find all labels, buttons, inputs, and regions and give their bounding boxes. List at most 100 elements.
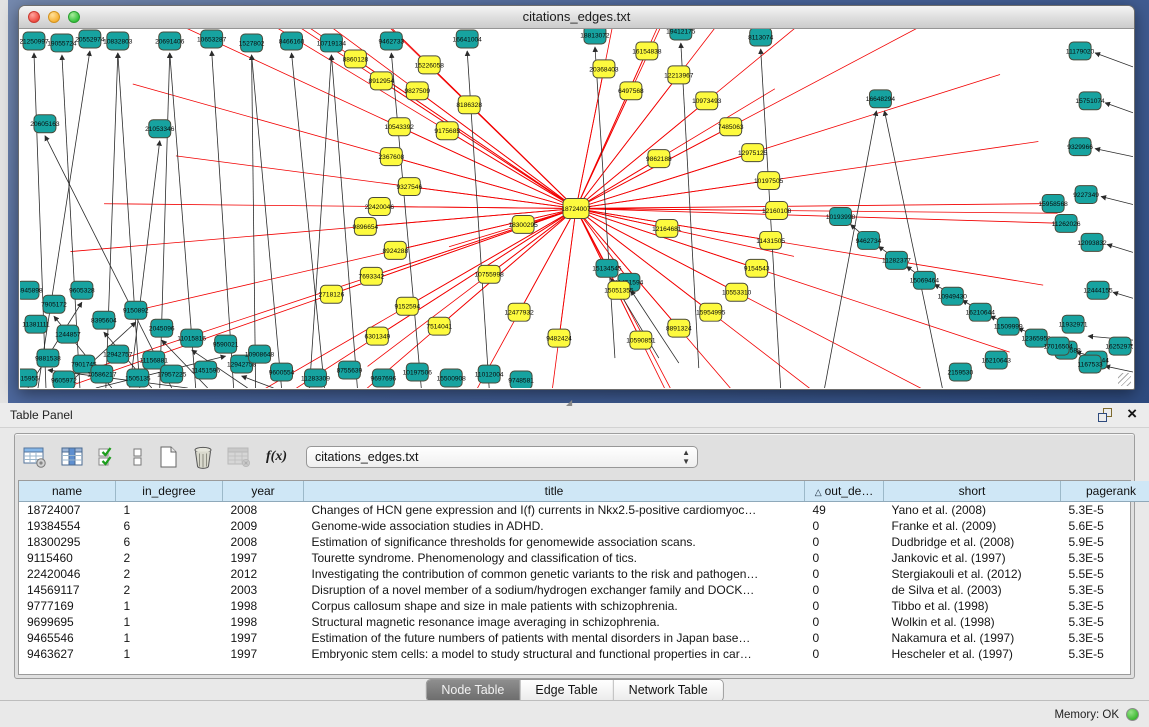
table-cell[interactable]: 5.3E-5 bbox=[1061, 550, 1149, 566]
table-cell[interactable]: 2 bbox=[116, 582, 223, 598]
table-cell[interactable]: 9115460 bbox=[19, 550, 116, 566]
table-cell[interactable]: 1998 bbox=[223, 614, 304, 630]
network-node[interactable]: 10973493 bbox=[692, 92, 722, 110]
table-cell[interactable]: 0 bbox=[805, 550, 884, 566]
network-node[interactable]: 7905172 bbox=[41, 295, 67, 313]
network-node[interactable]: 8755639 bbox=[337, 361, 363, 379]
network-node[interactable]: 11283309 bbox=[301, 369, 330, 387]
network-node[interactable]: 6497568 bbox=[618, 82, 644, 100]
select-all-icon[interactable] bbox=[97, 444, 119, 470]
network-node[interactable]: 19055724 bbox=[47, 34, 77, 52]
network-node[interactable]: 11509999 bbox=[994, 317, 1023, 335]
network-node[interactable]: 12477932 bbox=[504, 303, 534, 321]
table-row[interactable]: 1938455462009Genome-wide association stu… bbox=[19, 518, 1149, 534]
table-cell[interactable]: 0 bbox=[805, 534, 884, 550]
table-cell[interactable]: Changes of HCN gene expression and I(f) … bbox=[304, 502, 805, 519]
table-cell[interactable]: 5.6E-5 bbox=[1061, 518, 1149, 534]
table-cell[interactable]: 1998 bbox=[223, 598, 304, 614]
network-node[interactable]: 8912954 bbox=[369, 72, 395, 90]
network-node[interactable]: 9697696 bbox=[371, 369, 397, 387]
table-row[interactable]: 946554611997Estimation of the future num… bbox=[19, 630, 1149, 646]
column-header-title[interactable]: title bbox=[304, 481, 805, 502]
table-cell[interactable]: 1997 bbox=[223, 630, 304, 646]
network-node[interactable]: 10586217 bbox=[87, 365, 117, 383]
table-cell[interactable]: 1 bbox=[116, 630, 223, 646]
network-node[interactable]: 6301349 bbox=[365, 327, 391, 345]
table-cell[interactable]: 0 bbox=[805, 566, 884, 582]
float-panel-icon[interactable] bbox=[1098, 408, 1113, 423]
table-cell[interactable]: Hescheler et al. (1997) bbox=[884, 646, 1061, 662]
network-node[interactable]: 9175685 bbox=[434, 122, 460, 140]
table-cell[interactable]: Wolkin et al. (1998) bbox=[884, 614, 1061, 630]
column-header-short[interactable]: short bbox=[884, 481, 1061, 502]
network-node[interactable]: 9896654 bbox=[353, 217, 379, 235]
table-row[interactable]: 911546021997Tourette syndrome. Phenomeno… bbox=[19, 550, 1149, 566]
network-node[interactable]: 15051355 bbox=[604, 281, 634, 299]
network-node[interactable]: 20368403 bbox=[589, 60, 619, 78]
table-cell[interactable]: Stergiakouli et al. (2012) bbox=[884, 566, 1061, 582]
network-node[interactable]: 12975125 bbox=[738, 144, 768, 162]
table-selector-dropdown[interactable]: citations_edges.txt ▲▼ bbox=[306, 446, 698, 468]
network-node[interactable]: 11381111 bbox=[22, 315, 50, 333]
table-cell[interactable]: 14569117 bbox=[19, 582, 116, 598]
network-node[interactable]: 2718126 bbox=[319, 285, 345, 303]
table-row[interactable]: 969969511998Structural magnetic resonanc… bbox=[19, 614, 1149, 630]
network-node[interactable]: 20605163 bbox=[30, 115, 60, 133]
network-node[interactable]: 17016504 bbox=[1043, 337, 1073, 355]
table-cell[interactable]: 2 bbox=[116, 566, 223, 582]
table-cell[interactable]: de Silva et al. (2003) bbox=[884, 582, 1061, 598]
network-node[interactable]: 18300295 bbox=[508, 215, 538, 233]
network-node[interactable]: 11431505 bbox=[756, 231, 785, 249]
tab-node-table[interactable]: Node Table bbox=[426, 680, 520, 701]
table-cell[interactable]: Jankovic et al. (1997) bbox=[884, 550, 1061, 566]
table-cell[interactable]: Nakamura et al. (1997) bbox=[884, 630, 1061, 646]
network-node[interactable]: 10543392 bbox=[385, 118, 415, 136]
column-header-year[interactable]: year bbox=[223, 481, 304, 502]
network-node[interactable]: 17957225 bbox=[157, 365, 187, 383]
table-cell[interactable]: 5.3E-5 bbox=[1061, 646, 1149, 662]
network-window-titlebar[interactable]: citations_edges.txt bbox=[19, 6, 1134, 29]
table-cell[interactable]: 1 bbox=[116, 614, 223, 630]
network-node[interactable]: 16154838 bbox=[632, 42, 662, 60]
network-node[interactable]: 9154543 bbox=[744, 259, 770, 277]
network-node[interactable]: 19412175 bbox=[666, 29, 696, 40]
table-cell[interactable]: 49 bbox=[805, 502, 884, 519]
network-node[interactable]: 10653287 bbox=[197, 30, 227, 48]
network-node[interactable]: 15500908 bbox=[437, 369, 467, 387]
table-cell[interactable]: 5.3E-5 bbox=[1061, 582, 1149, 598]
network-node[interactable]: 9748581 bbox=[508, 371, 534, 388]
table-cell[interactable]: 2012 bbox=[223, 566, 304, 582]
network-node[interactable]: 10193998 bbox=[826, 208, 856, 226]
network-window[interactable]: citations_edges.txt 21250997 19055724 20… bbox=[18, 5, 1135, 390]
table-cell[interactable]: 5.3E-5 bbox=[1061, 614, 1149, 630]
table-cell[interactable]: 5.9E-5 bbox=[1061, 534, 1149, 550]
network-node[interactable]: 16210644 bbox=[966, 303, 996, 321]
table-cell[interactable]: 6 bbox=[116, 518, 223, 534]
network-node[interactable]: 10719134 bbox=[317, 34, 347, 52]
table-row[interactable]: 977716911998Corpus callosum shape and si… bbox=[19, 598, 1149, 614]
table-row[interactable]: 1456911722003Disruption of a novel membe… bbox=[19, 582, 1149, 598]
network-node[interactable]: 1527802 bbox=[239, 34, 265, 52]
network-node[interactable]: 9605972 bbox=[51, 371, 77, 388]
table-row[interactable]: 2242004622012Investigating the contribut… bbox=[19, 566, 1149, 582]
network-node[interactable]: 15134545 bbox=[592, 259, 622, 277]
close-panel-icon[interactable]: × bbox=[1127, 404, 1137, 424]
network-node[interactable]: 10197505 bbox=[754, 172, 784, 190]
network-node[interactable]: 2045096 bbox=[149, 319, 175, 337]
network-node[interactable]: 15958568 bbox=[1038, 195, 1068, 213]
table-cell[interactable]: 18300295 bbox=[19, 534, 116, 550]
network-node[interactable]: 16252975 bbox=[1105, 337, 1133, 355]
network-node[interactable]: 10197506 bbox=[403, 363, 433, 381]
network-node[interactable]: 9152594 bbox=[394, 297, 420, 315]
network-node[interactable]: 9327546 bbox=[396, 178, 422, 196]
table-cell[interactable]: Yano et al. (2008) bbox=[884, 502, 1061, 519]
tab-edge-table[interactable]: Edge Table bbox=[520, 680, 613, 701]
network-node[interactable]: 10755998 bbox=[475, 265, 505, 283]
network-node[interactable]: 9462734 bbox=[856, 231, 882, 249]
network-node[interactable]: 12213967 bbox=[664, 66, 694, 84]
network-node[interactable]: 9462733 bbox=[379, 32, 405, 50]
table-cell[interactable]: 2009 bbox=[223, 518, 304, 534]
network-node[interactable]: 8891324 bbox=[666, 319, 692, 337]
network-node[interactable]: 18945898 bbox=[20, 281, 43, 299]
column-header-pagerank[interactable]: pagerank bbox=[1061, 481, 1149, 502]
